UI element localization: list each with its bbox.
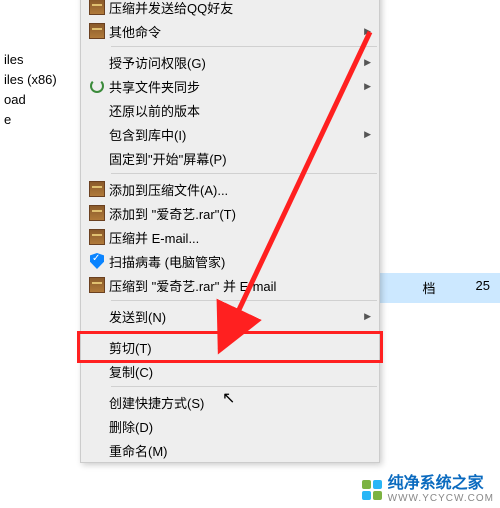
menu-separator — [111, 386, 377, 387]
explorer-sidebar-fragment: iles iles (x86) oad e — [0, 50, 80, 130]
menu-include-library[interactable]: 包含到库中(I) — [81, 122, 379, 146]
sidebar-line: iles — [4, 50, 80, 70]
menu-rename[interactable]: 重命名(M) — [81, 438, 379, 462]
sidebar-line: oad — [4, 90, 80, 110]
menu-add-archive[interactable]: 添加到压缩文件(A)... — [81, 177, 379, 201]
file-size-label: 25 — [476, 278, 490, 297]
watermark-logo-icon — [362, 480, 382, 500]
menu-add-rar[interactable]: 添加到 "爱奇艺.rar"(T) — [81, 201, 379, 225]
sidebar-line: e — [4, 110, 80, 130]
archive-icon — [85, 203, 109, 223]
archive-icon — [85, 227, 109, 247]
menu-compress-rar-email[interactable]: 压缩到 "爱奇艺.rar" 并 E-mail — [81, 273, 379, 297]
menu-scan-virus[interactable]: 扫描病毒 (电脑管家) — [81, 249, 379, 273]
shield-icon — [85, 251, 109, 271]
menu-grant-access[interactable]: 授予访问权限(G) — [81, 50, 379, 74]
sidebar-line: iles (x86) — [4, 70, 80, 90]
menu-compress-email[interactable]: 压缩并 E-mail... — [81, 225, 379, 249]
cursor-icon: ↖ — [222, 388, 235, 408]
file-type-label: 档 — [423, 278, 436, 297]
menu-restore-previous[interactable]: 还原以前的版本 — [81, 98, 379, 122]
menu-other-cmd[interactable]: 其他命令 — [81, 19, 379, 43]
watermark-sub: WWW.YCYCW.COM — [388, 493, 494, 504]
file-row-info: 档 25 — [423, 278, 490, 297]
archive-icon — [85, 179, 109, 199]
menu-separator — [111, 331, 377, 332]
archive-icon — [85, 0, 109, 17]
menu-send-to[interactable]: 发送到(N) — [81, 304, 379, 328]
menu-separator — [111, 173, 377, 174]
menu-compress-qq[interactable]: 压缩并发送给QQ好友 — [81, 0, 379, 19]
menu-pin-start[interactable]: 固定到"开始"屏幕(P) — [81, 146, 379, 170]
sync-icon — [85, 76, 109, 96]
menu-delete[interactable]: 删除(D) — [81, 414, 379, 438]
menu-copy[interactable]: 复制(C) — [81, 359, 379, 383]
archive-icon — [85, 275, 109, 295]
menu-cut[interactable]: 剪切(T) — [81, 335, 379, 359]
menu-share-sync[interactable]: 共享文件夹同步 — [81, 74, 379, 98]
archive-icon — [85, 21, 109, 41]
menu-separator — [111, 46, 377, 47]
menu-separator — [111, 300, 377, 301]
watermark: 纯净系统之家 WWW.YCYCW.COM — [362, 475, 494, 504]
watermark-title: 纯净系统之家 — [388, 475, 494, 493]
